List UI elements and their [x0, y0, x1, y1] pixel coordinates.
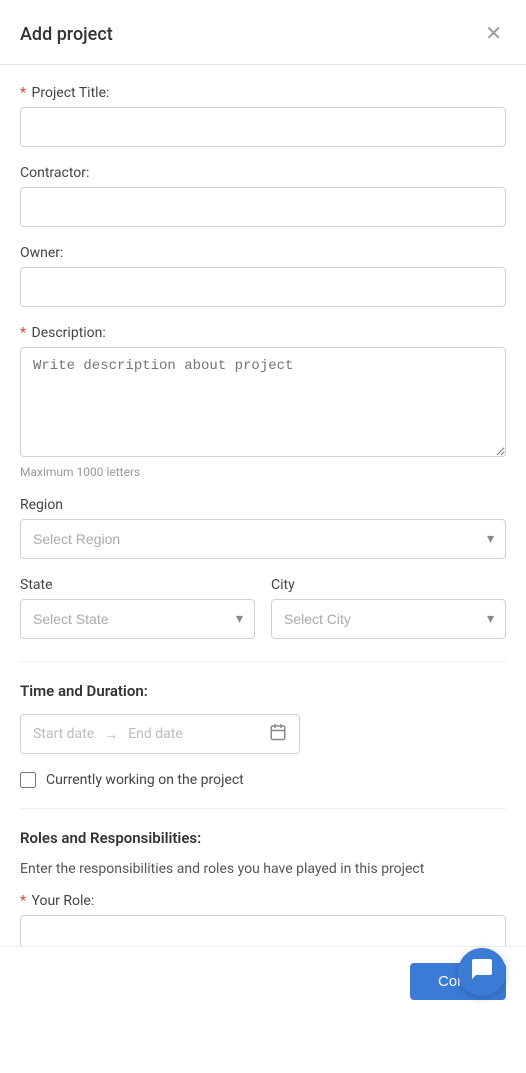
- end-date-placeholder: End date: [128, 726, 183, 742]
- time-duration-group: Time and Duration: Start date → End date: [20, 682, 506, 754]
- description-textarea[interactable]: [20, 347, 506, 457]
- currently-working-label: Currently working on the project: [46, 772, 244, 788]
- section-divider-2: [20, 808, 506, 809]
- continue-btn-bar: Con...: [0, 946, 526, 1016]
- city-select-wrapper: Select City ▾: [271, 599, 506, 639]
- start-date-placeholder: Start date: [33, 726, 94, 742]
- project-title-input[interactable]: [20, 107, 506, 147]
- contractor-input[interactable]: [20, 187, 506, 227]
- contractor-label: Contractor:: [20, 165, 506, 181]
- modal-header: Add project ✕: [0, 0, 526, 65]
- calendar-icon: [269, 723, 287, 745]
- state-select[interactable]: Select State: [20, 599, 255, 639]
- roles-description: Enter the responsibilities and roles you…: [20, 861, 506, 877]
- desc-required-star: *: [20, 325, 26, 341]
- state-select-wrapper: Select State ▾: [20, 599, 255, 639]
- city-label: City: [271, 577, 506, 593]
- chat-bubble-button[interactable]: [458, 948, 506, 996]
- owner-group: Owner:: [20, 245, 506, 307]
- description-label: * Description:: [20, 325, 506, 341]
- region-label: Region: [20, 497, 506, 513]
- owner-label: Owner:: [20, 245, 506, 261]
- chat-bubble-icon: [470, 957, 494, 987]
- roles-section: Roles and Responsibilities: Enter the re…: [20, 829, 506, 955]
- section-divider-1: [20, 661, 506, 662]
- role-required-star: *: [20, 893, 26, 909]
- project-title-label: * Project Title:: [20, 85, 506, 101]
- project-title-group: * Project Title:: [20, 85, 506, 147]
- your-role-label: * Your Role:: [20, 893, 506, 909]
- close-icon: ✕: [485, 24, 502, 44]
- region-select[interactable]: Select Region: [20, 519, 506, 559]
- modal-title: Add project: [20, 24, 113, 45]
- state-label: State: [20, 577, 255, 593]
- add-project-modal: Add project ✕ * Project Title: Contracto…: [0, 0, 526, 1073]
- state-group: State Select State ▾: [20, 577, 255, 639]
- region-group: Region Select Region ▾: [20, 497, 506, 559]
- region-select-wrapper: Select Region ▾: [20, 519, 506, 559]
- currently-working-checkbox[interactable]: [20, 772, 36, 788]
- modal-body: * Project Title: Contractor: Owner: * De…: [0, 65, 526, 1073]
- city-select[interactable]: Select City: [271, 599, 506, 639]
- city-group: City Select City ▾: [271, 577, 506, 639]
- owner-input[interactable]: [20, 267, 506, 307]
- close-button[interactable]: ✕: [481, 20, 506, 48]
- description-group: * Description: Maximum 1000 letters: [20, 325, 506, 479]
- required-star: *: [20, 85, 26, 101]
- currently-working-group: Currently working on the project: [20, 772, 506, 788]
- roles-section-title: Roles and Responsibilities:: [20, 829, 506, 847]
- char-limit-text: Maximum 1000 letters: [20, 465, 506, 479]
- date-arrow-icon: →: [104, 726, 118, 743]
- contractor-group: Contractor:: [20, 165, 506, 227]
- date-range-picker[interactable]: Start date → End date: [20, 714, 300, 754]
- state-city-row: State Select State ▾ City Select City ▾: [20, 577, 506, 657]
- time-duration-title: Time and Duration:: [20, 682, 506, 700]
